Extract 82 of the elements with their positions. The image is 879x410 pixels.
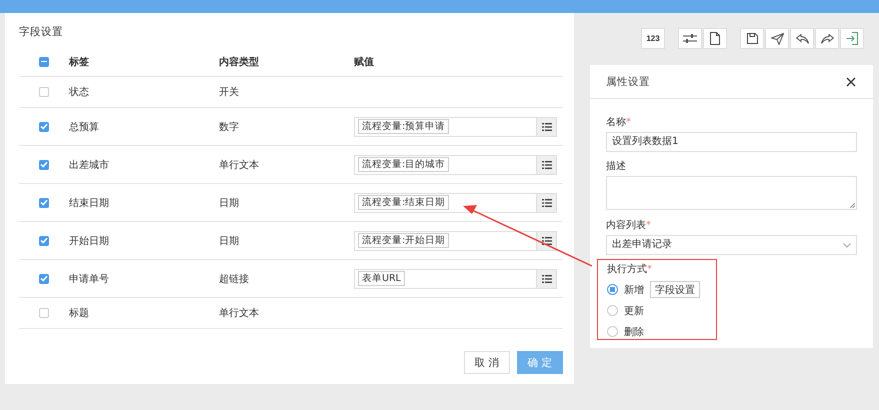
list-icon <box>542 236 552 244</box>
undo-icon <box>796 34 808 44</box>
field-settings-button[interactable]: 字段设置 <box>650 281 700 298</box>
list-button[interactable] <box>536 194 556 212</box>
value-field[interactable]: 流程变量:结束日期 <box>354 192 557 212</box>
radio-button[interactable] <box>607 326 618 337</box>
list-icon <box>542 198 552 206</box>
name-field[interactable]: 设置列表数据1 <box>606 132 857 152</box>
radio-label: 更新 <box>624 304 644 318</box>
column-header: 标签 <box>69 56 90 68</box>
field-label-cell-text: 总预算 <box>69 120 100 134</box>
radio-label: 新增 <box>624 284 644 296</box>
variable-tag: 流程变量:预算申请 <box>358 119 450 134</box>
column-header: 内容类型 <box>219 55 260 68</box>
field-label-cell-text: 开始日期 <box>69 234 110 248</box>
column-header: 赋值 <box>354 56 375 68</box>
variable-tag: 流程变量:开始日期 <box>358 233 450 248</box>
variable-tag: 流程变量:结束日期 <box>358 195 450 210</box>
value-field[interactable]: 流程变量:预算申请 <box>354 116 557 136</box>
toolbar-button[interactable]: 123 <box>641 28 665 49</box>
description-field[interactable] <box>606 176 857 210</box>
value-field[interactable]: 流程变量:开始日期 <box>354 230 557 250</box>
dialog-title: 字段设置 <box>19 25 64 40</box>
required-mark: * <box>647 264 652 275</box>
field-type-cell-text: 日期 <box>219 196 240 210</box>
field-type-cell-text: 单行文本 <box>219 306 260 320</box>
row-checkbox[interactable] <box>39 122 49 132</box>
toolbar-button[interactable] <box>765 28 789 49</box>
list-button[interactable] <box>536 232 556 250</box>
field-label-cell-text: 标题 <box>69 306 90 320</box>
field-type-cell-text: 单行文本 <box>219 158 260 172</box>
radio-button[interactable] <box>607 305 618 316</box>
file-icon <box>710 32 720 45</box>
list-button[interactable] <box>536 270 556 288</box>
field-label-cell-text: 结束日期 <box>69 196 110 210</box>
variable-tag: 表单URL <box>358 271 405 286</box>
field-label: 执行方式* <box>607 264 653 276</box>
field-label-cell-text: 申请单号 <box>69 272 110 286</box>
required-mark: * <box>646 220 651 231</box>
required-mark: * <box>626 117 631 128</box>
field-label-cell-text: 出差城市 <box>69 158 110 172</box>
panel-title: 属性设置 <box>606 74 650 88</box>
row-checkbox[interactable] <box>39 198 49 208</box>
row-checkbox[interactable] <box>39 308 49 318</box>
list-icon <box>542 122 552 130</box>
field-label: 内容列表* <box>606 220 652 232</box>
variable-tag: 流程变量:目的城市 <box>358 157 450 172</box>
list-button[interactable] <box>536 118 556 136</box>
save-icon <box>746 33 758 44</box>
row-checkbox[interactable] <box>39 160 49 170</box>
redo-icon <box>820 34 834 44</box>
radio-label: 删除 <box>624 326 644 338</box>
toolbar-button[interactable] <box>678 28 702 49</box>
field-type-cell-text: 开关 <box>219 86 240 99</box>
select-all-checkbox[interactable] <box>39 56 49 66</box>
field-type-cell-text: 超链接 <box>219 272 250 286</box>
value-field[interactable]: 流程变量:目的城市 <box>354 154 557 174</box>
cancel-button[interactable]: 取 消 <box>464 351 510 374</box>
sliders-icon <box>683 34 697 44</box>
value-field[interactable]: 表单URL <box>354 268 557 288</box>
field-label-cell-text: 状态 <box>69 86 90 99</box>
toolbar-button[interactable] <box>790 28 814 49</box>
paper-plane-icon <box>770 32 784 44</box>
row-checkbox[interactable] <box>39 274 49 284</box>
content-list-dropdown[interactable]: 出差申请记录 <box>606 235 857 255</box>
list-button[interactable] <box>536 156 556 174</box>
toolbar-button[interactable] <box>740 28 764 49</box>
row-checkbox[interactable] <box>39 87 49 97</box>
toolbar-button[interactable] <box>815 28 839 49</box>
field-label: 描述 <box>606 161 627 173</box>
toolbar-button[interactable] <box>703 28 727 49</box>
field-type-cell-text: 数字 <box>219 120 240 134</box>
radio-button[interactable] <box>607 284 618 295</box>
close-icon[interactable] <box>846 76 856 86</box>
row-checkbox[interactable] <box>39 236 49 246</box>
list-icon <box>542 274 552 282</box>
resize-grip-icon <box>850 203 855 208</box>
field-type-cell-text: 日期 <box>219 234 240 248</box>
list-icon <box>542 160 552 168</box>
chevron-down-icon <box>843 242 851 248</box>
exit-icon <box>846 32 858 45</box>
field-label: 名称* <box>606 117 632 129</box>
